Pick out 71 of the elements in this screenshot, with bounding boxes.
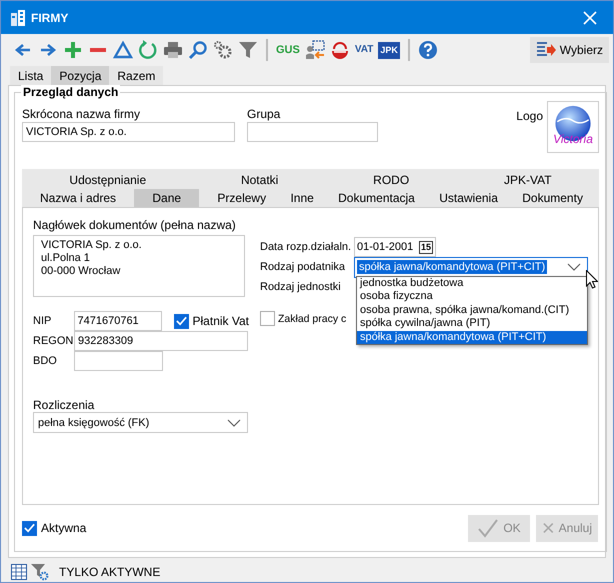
stamp-icon[interactable]	[330, 40, 350, 60]
checkbox[interactable]: Płatnik Vat	[174, 314, 249, 328]
field-label: Skrócona nazwa firmy	[22, 107, 142, 121]
tab[interactable]: Dokumenty	[516, 189, 589, 207]
input-field[interactable]: 7471670761	[74, 311, 162, 331]
filter-icon[interactable]	[238, 40, 258, 60]
logo-text: Victoria	[553, 134, 593, 145]
tab[interactable]: Udostępnianie	[61, 171, 154, 189]
triangle-icon[interactable]	[113, 40, 133, 60]
field-label: Nagłówek dokumentów (pełna nazwa)	[33, 218, 237, 232]
help-icon[interactable]	[418, 40, 438, 60]
dropdown[interactable]: pełna księgowość (FK)	[33, 412, 248, 433]
globe-icon	[553, 105, 593, 142]
checkbox[interactable]: Aktywna	[22, 520, 86, 536]
date-field[interactable]: 01-01-2001 15	[354, 237, 436, 257]
dropdown-option[interactable]: spółka cywilna/jawna (PIT)	[357, 317, 587, 331]
dropdown-option[interactable]: jednostka budżetowa	[357, 277, 587, 290]
group-title: Przegląd danych	[21, 85, 120, 99]
check-icon	[23, 521, 36, 535]
search-icon[interactable]	[188, 40, 208, 60]
tab[interactable]: Notatki	[232, 171, 286, 189]
grid-arrow-icon[interactable]	[304, 40, 325, 60]
gears-icon[interactable]	[213, 40, 233, 60]
checkbox[interactable]: Zakład pracy c	[260, 311, 346, 326]
refresh-icon[interactable]	[138, 40, 158, 60]
field-label: NIP	[33, 315, 52, 327]
printer-icon[interactable]	[163, 40, 183, 60]
window-title: FIRMY	[31, 10, 70, 24]
tab[interactable]: JPK-VAT	[496, 171, 560, 189]
filter-gear-icon[interactable]	[31, 563, 49, 581]
text-area[interactable]: VICTORIA Sp. z o.o. ul.Polna 1 00-000 Wrocław	[33, 235, 245, 297]
dropdown-option[interactable]: osoba fizyczna	[357, 290, 587, 304]
add-icon[interactable]	[63, 40, 83, 60]
tab[interactable]: Przelewy	[211, 189, 272, 207]
input-field[interactable]	[74, 351, 163, 371]
status-text: TYLKO AKTYWNE	[59, 565, 160, 579]
input-field[interactable]: 932283309	[74, 331, 248, 351]
field-label: Rodzaj jednostki	[260, 281, 342, 293]
jpk-icon[interactable]: JPK	[378, 42, 400, 58]
tab[interactable]: Inne	[284, 189, 320, 207]
calendar-icon[interactable]: 15	[418, 240, 433, 254]
logo-label: Logo	[516, 109, 543, 123]
close-icon[interactable]	[583, 10, 597, 24]
list-arrow-icon	[536, 41, 556, 59]
input-field[interactable]: VICTORIA Sp. z o.o.	[22, 122, 235, 142]
tab[interactable]: Pozycja	[51, 66, 110, 85]
vat-icon[interactable]: VAT	[354, 45, 374, 55]
input-field[interactable]	[247, 122, 378, 142]
field-label: REGON	[33, 335, 74, 347]
tab[interactable]: Nazwa i adres	[34, 189, 122, 207]
dropdown-option[interactable]: osoba prawna, spółka jawna/komand.(CIT)	[357, 304, 587, 318]
chevron-down-icon	[567, 263, 581, 271]
field-label: Data rozp.działaln.	[260, 241, 352, 253]
field-label: Rozliczenia	[33, 398, 96, 412]
select-button[interactable]: Wybierz	[530, 37, 609, 63]
tab[interactable]: Ustawienia	[433, 189, 504, 207]
building-icon	[11, 10, 25, 26]
tab[interactable]: Dane	[134, 189, 200, 207]
tab[interactable]: Dokumentacja	[332, 189, 421, 207]
field-label: BDO	[33, 355, 58, 367]
dropdown-option[interactable]: spółka jawna/komandytowa (PIT+CIT)	[357, 330, 587, 344]
table-icon[interactable]	[11, 564, 27, 580]
field-label: Rodzaj podatnika	[260, 261, 346, 273]
tab[interactable]: RODO	[365, 171, 418, 189]
check-icon	[477, 518, 500, 538]
tab[interactable]: Razem	[109, 66, 164, 85]
chevron-down-icon	[227, 418, 241, 426]
dropdown[interactable]: spółka jawna/komandytowa (PIT+CIT)	[354, 256, 588, 278]
check-icon	[174, 314, 188, 328]
tab[interactable]: Lista	[10, 66, 52, 85]
field-label: Grupa	[247, 107, 282, 121]
